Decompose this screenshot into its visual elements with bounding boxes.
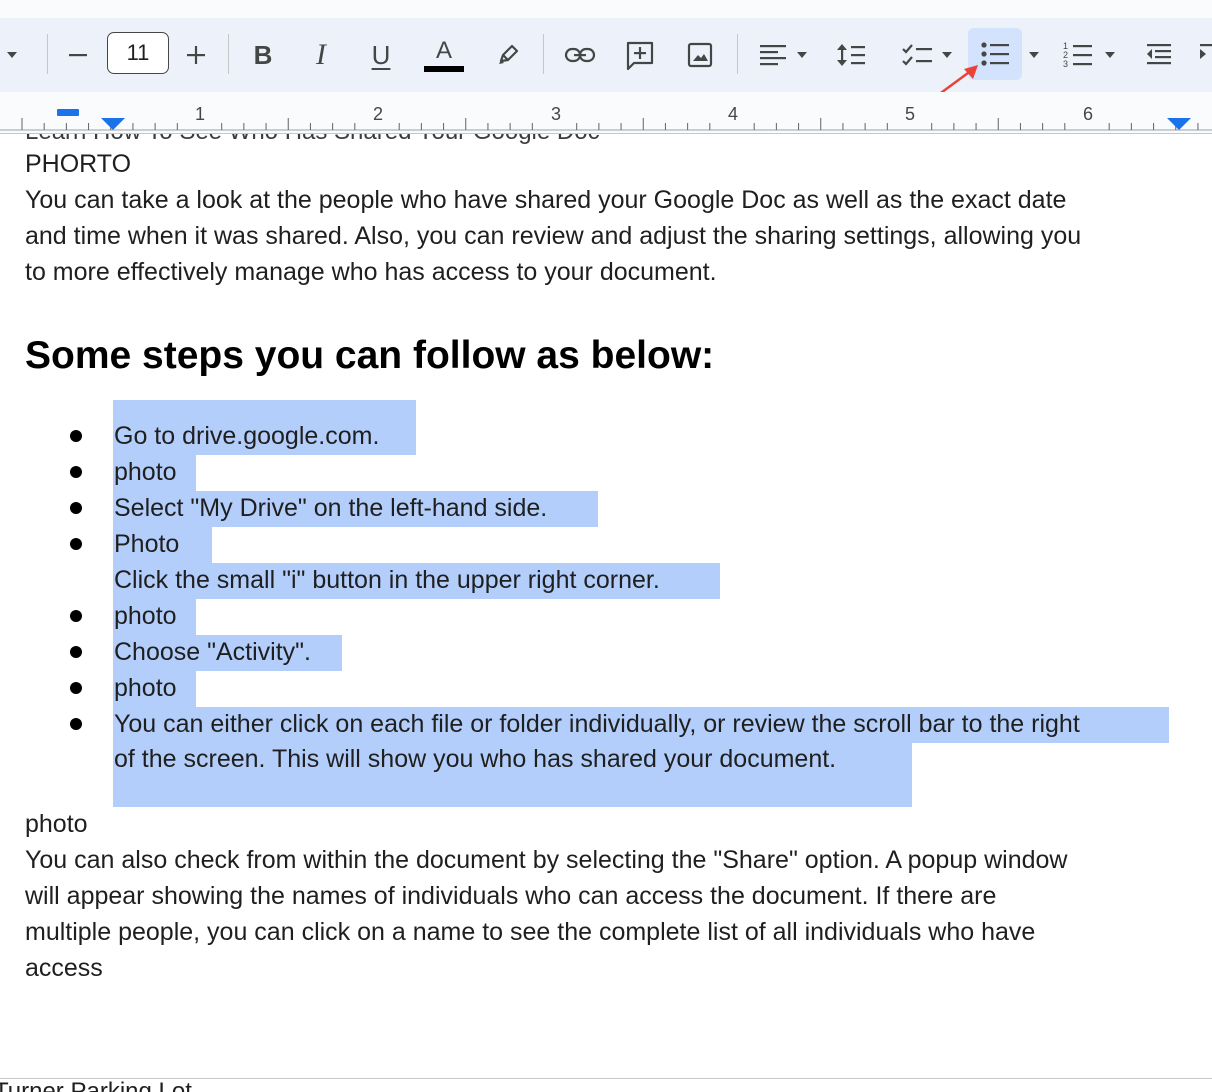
caret-down-icon (942, 52, 952, 58)
list-bullet (70, 430, 82, 442)
add-comment-icon (626, 41, 654, 71)
toolbar-separator (47, 34, 48, 74)
top-strip (0, 0, 1212, 18)
ruler-number: 3 (550, 104, 562, 124)
list-bullet (70, 718, 82, 730)
minus-icon (69, 54, 87, 57)
italic-icon: I (316, 38, 326, 71)
list-item: Go to drive.google.com. (114, 422, 380, 450)
list-bullet (70, 682, 82, 694)
insert-link-button[interactable] (558, 26, 602, 84)
list-item: photo (114, 674, 177, 702)
ruler-number: 2 (372, 104, 384, 124)
section-heading: Some steps you can follow as below: (25, 334, 715, 377)
decrease-indent-button[interactable] (1138, 26, 1178, 84)
line-spacing-button[interactable] (830, 26, 872, 84)
document-page[interactable]: Learn How To See Who Has Shared Your Goo… (0, 134, 1212, 1080)
list-item: photo (114, 458, 177, 486)
paragraph-intro-line-1: You can take a look at the people who ha… (25, 186, 1067, 214)
ruler-number: 6 (1082, 104, 1094, 124)
decrease-indent-icon (1147, 44, 1171, 65)
list-item: of the screen. This will show you who ha… (114, 745, 837, 773)
text-color-letter: A (435, 36, 452, 64)
caret-down-icon (1029, 52, 1039, 58)
list-item: Click the small "i" button in the upper … (114, 566, 660, 594)
paragraph-intro-line-3: to more effectively manage who has acces… (25, 258, 717, 286)
increase-indent-button[interactable] (1196, 26, 1212, 84)
font-size-input[interactable]: 11 (107, 32, 169, 74)
image-icon (687, 42, 713, 68)
numbered-list-button[interactable]: 1 2 3 (1056, 26, 1124, 84)
paragraph-share-line-4: access (25, 954, 103, 982)
list-item: Select "My Drive" on the left-hand side. (114, 494, 548, 522)
highlighter-icon (499, 44, 519, 64)
decrease-font-size-button[interactable] (60, 26, 96, 84)
horizontal-ruler: 1 2 3 4 5 6 (0, 92, 1212, 134)
italic-button[interactable]: I (302, 26, 340, 84)
add-comment-button[interactable] (619, 26, 661, 84)
list-bullet (70, 646, 82, 658)
ruler-ticks (0, 118, 1212, 131)
text-color-swatch (424, 65, 464, 72)
increase-indent-icon (1200, 44, 1212, 59)
text-color-button[interactable]: A (422, 26, 466, 84)
list-bullet (70, 538, 82, 550)
toolbar-separator (228, 34, 229, 74)
highlight-color-button[interactable] (488, 26, 528, 84)
paragraph-share-line-3: multiple people, you can click on a name… (25, 918, 1036, 946)
underline-button[interactable]: U (362, 26, 400, 84)
font-dropdown-caret[interactable] (0, 26, 24, 84)
align-button[interactable] (752, 26, 816, 84)
plus-icon (187, 46, 205, 64)
list-bullet (70, 466, 82, 478)
ruler-number: 4 (727, 104, 739, 124)
paragraph-phorto: PHORTO (25, 150, 132, 178)
paragraph-intro-line-2: and time when it was shared. Also, you c… (25, 222, 1082, 250)
toolbar-separator (543, 34, 544, 74)
ruler-number: 5 (904, 104, 916, 124)
list-item: You can either click on each file or fol… (114, 710, 1080, 738)
underline-icon: U (371, 40, 391, 70)
first-line-indent-marker[interactable] (57, 109, 79, 116)
bold-button[interactable]: B (244, 26, 282, 84)
paragraph-share-line-1: You can also check from within the docum… (25, 846, 1068, 874)
clipped-previous-heading: Learn How To See Who Has Shared Your Goo… (25, 134, 600, 146)
formatting-toolbar: 11 B I U A 1 2 3 (0, 18, 1212, 100)
bulleted-list-dropdown[interactable] (1022, 26, 1046, 84)
list-bullet (70, 502, 82, 514)
caret-down-icon (7, 52, 17, 58)
paragraph-share-line-2: will appear showing the names of individ… (25, 882, 997, 910)
list-item: Choose "Activity". (114, 638, 311, 666)
left-indent-marker-icon[interactable] (100, 117, 126, 131)
list-bullet (70, 610, 82, 622)
align-left-icon (760, 45, 786, 66)
caret-down-icon (797, 52, 807, 58)
next-page-clipped-text: Turner Parking Lot (0, 1078, 192, 1092)
caret-down-icon (1105, 52, 1115, 58)
ruler-number: 1 (194, 104, 206, 124)
bold-icon: B (253, 40, 273, 70)
link-icon (564, 47, 596, 63)
insert-image-button[interactable] (680, 26, 720, 84)
numbered-list-icon: 1 2 3 (1063, 41, 1092, 69)
paragraph-photo: photo (25, 810, 88, 838)
toolbar-separator (737, 34, 738, 74)
right-indent-marker-icon[interactable] (1166, 117, 1192, 131)
list-item: Photo (114, 530, 180, 558)
line-spacing-icon (837, 44, 865, 66)
svg-text:3: 3 (1063, 59, 1068, 69)
list-item: photo (114, 602, 177, 630)
increase-font-size-button[interactable] (178, 26, 214, 84)
